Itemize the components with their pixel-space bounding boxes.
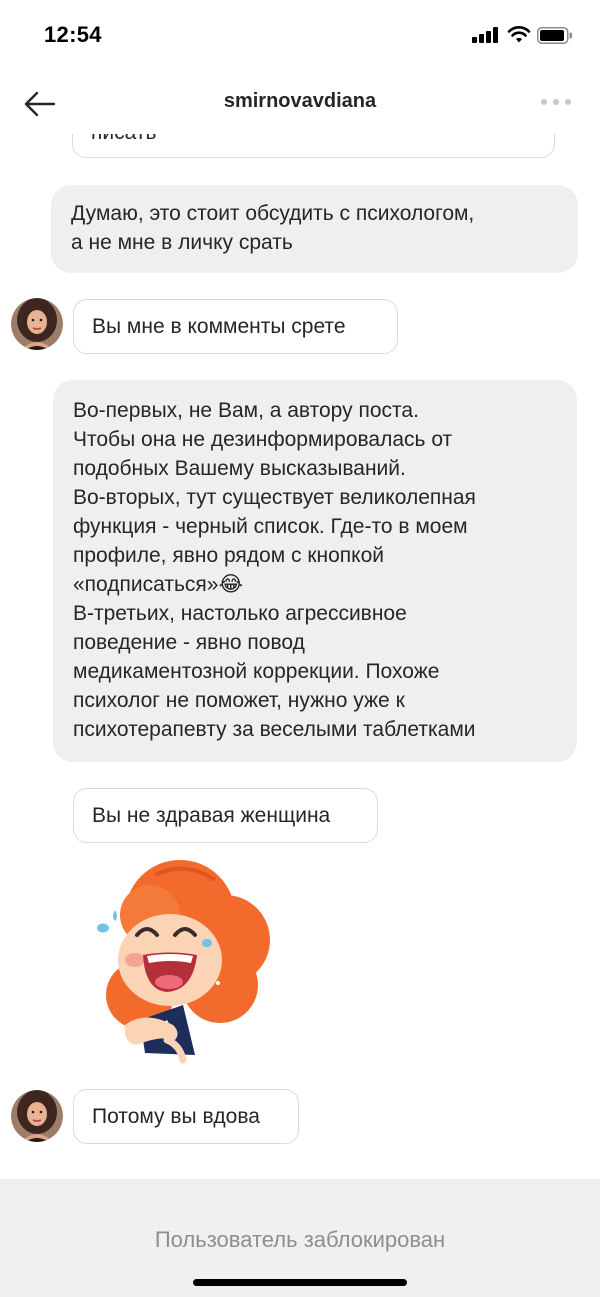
more-options-icon[interactable] [538, 96, 574, 108]
chat-title[interactable]: smirnovavdiana [0, 90, 600, 113]
message-text: Во-вторых, тут существует великолепная [73, 486, 476, 509]
avatar[interactable] [11, 1090, 63, 1142]
blocked-footer: Пользователь заблокирован [0, 1179, 600, 1297]
signal-icon [472, 27, 498, 43]
message-outgoing[interactable]: Думаю, это стоит обсудить с психологом, … [51, 185, 578, 273]
home-indicator[interactable] [193, 1279, 407, 1286]
message-text: а не мне в личку срать [71, 231, 293, 254]
message-text: профиле, явно рядом с кнопкой [73, 544, 385, 567]
message-text: Думаю, это стоит обсудить с психологом, [71, 202, 475, 225]
message-text: подобных Вашему высказываний. [73, 457, 406, 480]
message-incoming[interactable]: Вы не здравая женщина [73, 788, 378, 843]
message-text: Чтобы она не дезинформировалась от [73, 428, 453, 451]
chat-header: smirnovavdiana [0, 70, 600, 134]
blocked-label: Пользователь заблокирован [154, 1227, 446, 1252]
message-text: «подписаться»😂 [73, 573, 243, 596]
message-text: В-третьих, настолько агрессивное [73, 602, 407, 625]
battery-icon [537, 27, 572, 44]
message-text: поведение - явно повод [73, 631, 305, 654]
message-text: психотерапевту за веселыми таблетками [73, 718, 476, 741]
message-text: Во-первых, не Вам, а автору поста. [73, 399, 419, 422]
avatar[interactable] [11, 298, 63, 350]
status-time: 12:54 [44, 22, 102, 47]
message-text: медикаментозной коррекции. Похоже [73, 660, 440, 683]
message-text: Вы не здравая женщина [92, 803, 331, 827]
message-text: Вы мне в комменты срете [92, 314, 346, 338]
message-incoming[interactable]: Потому вы вдова [73, 1089, 299, 1144]
message-text: функция - черный список. Где-то в моем [73, 515, 468, 538]
wifi-icon [507, 26, 531, 43]
message-outgoing[interactable]: Во-первых, не Вам, а автору поста. Чтобы… [53, 380, 577, 762]
status-bar: 12:54 [0, 0, 600, 70]
message-incoming[interactable]: Вы мне в комменты срете [73, 299, 398, 354]
message-text: психолог не поможет, нужно уже к [73, 689, 405, 712]
laughing-girl-sticker[interactable] [85, 855, 285, 1065]
message-text: Потому вы вдова [92, 1104, 260, 1128]
